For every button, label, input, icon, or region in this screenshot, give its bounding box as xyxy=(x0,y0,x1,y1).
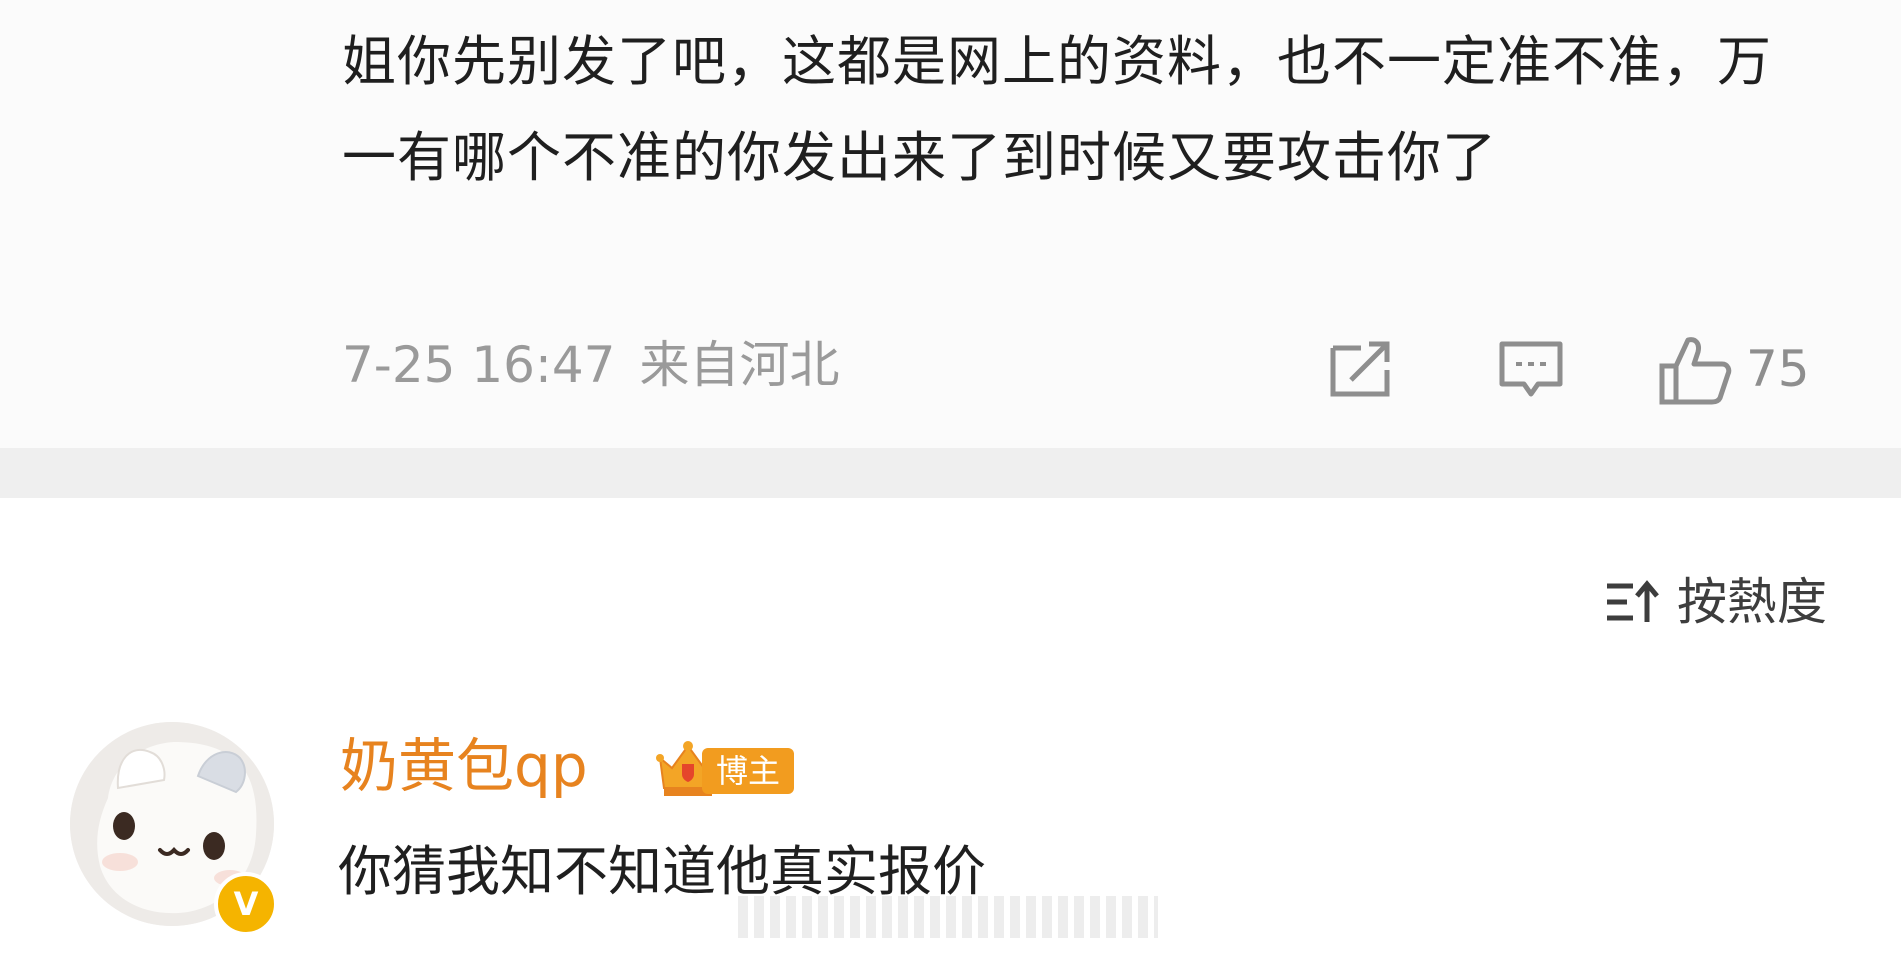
sort-button[interactable]: 按熱度 xyxy=(1603,570,1827,634)
like-count: 75 xyxy=(1746,340,1810,398)
thumbs-up-icon xyxy=(1659,337,1732,405)
comments-section: 按熱度 V 奶黄包qp 博主 你猜我知不知道他真实报价 xyxy=(0,498,1901,960)
badge-label: 博主 xyxy=(702,748,794,794)
verified-icon: V xyxy=(214,872,278,936)
section-separator xyxy=(0,448,1901,498)
username[interactable]: 奶黄包qp xyxy=(340,730,588,802)
comment-meta: 7-25 16:47 来自河北 xyxy=(342,333,839,397)
share-icon xyxy=(1330,341,1390,397)
comment-timestamp: 7-25 16:47 xyxy=(342,336,616,394)
sort-icon xyxy=(1607,580,1659,622)
comment-location: 来自河北 xyxy=(639,336,840,394)
share-button[interactable] xyxy=(1325,336,1397,406)
reply-button[interactable] xyxy=(1496,336,1566,406)
comment-text: 姐你先别发了吧，这都是网上的资料，也不一定准不准，万一有哪个不准的你发出来了到时… xyxy=(342,30,1772,189)
watermark-overlay xyxy=(738,896,1158,938)
previous-comment: 姐你先别发了吧，这都是网上的资料，也不一定准不准，万一有哪个不准的你发出来了到时… xyxy=(0,0,1901,448)
sort-label: 按熱度 xyxy=(1677,573,1827,631)
avatar[interactable]: V xyxy=(70,722,278,936)
like-button[interactable]: 75 xyxy=(1656,336,1836,406)
comment-icon xyxy=(1499,341,1563,397)
